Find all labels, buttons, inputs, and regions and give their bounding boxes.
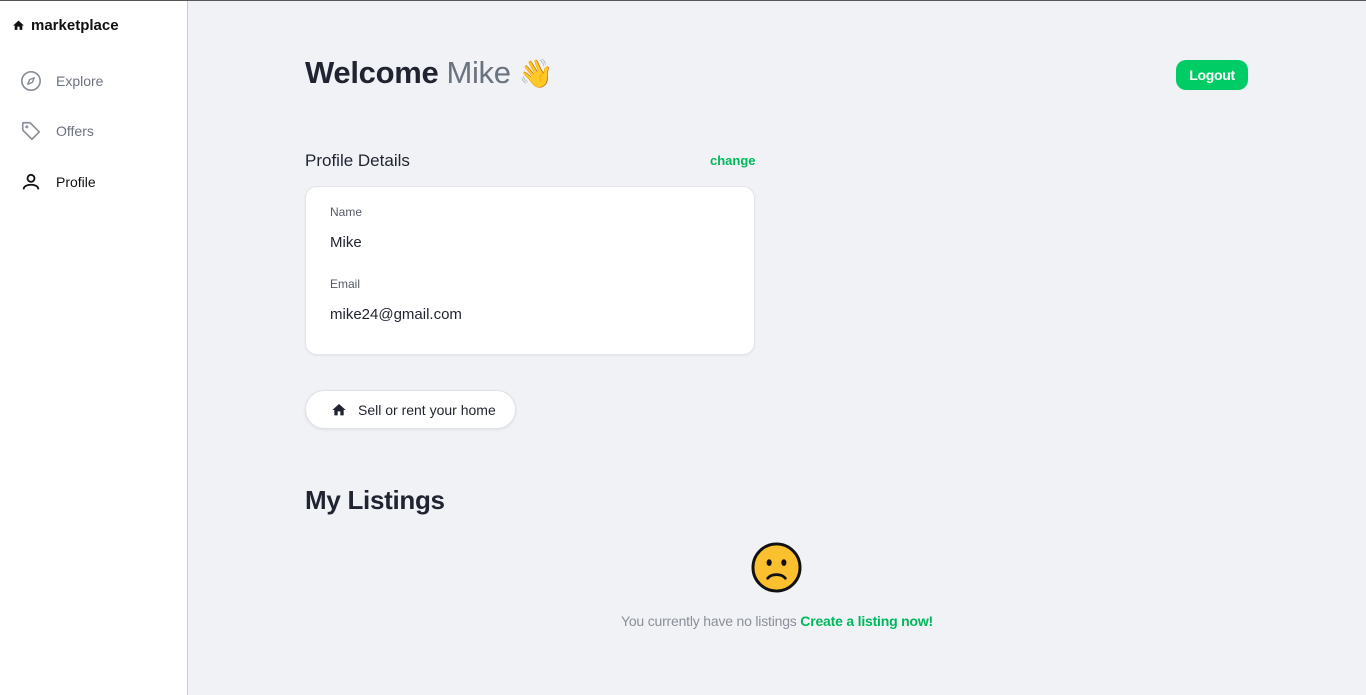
sidebar: marketplace Explore Offers Profile (0, 1, 188, 695)
compass-icon (20, 70, 42, 92)
change-profile-link[interactable]: change (710, 153, 756, 168)
sidebar-item-label: Explore (56, 73, 104, 89)
tag-icon (20, 120, 42, 142)
sidebar-item-label: Offers (56, 123, 94, 139)
my-listings-title: My Listings (305, 485, 445, 515)
brand-logo[interactable]: marketplace (12, 17, 119, 34)
empty-listings-message: You currently have no listings Create a … (0, 613, 1366, 629)
email-field: mike24@gmail.com (330, 306, 462, 323)
user-name: Mike (446, 55, 511, 90)
empty-listings-text: You currently have no listings (620, 613, 797, 629)
brand-name: marketplace (31, 17, 119, 34)
sell-button-label: Sell or rent your home (358, 401, 496, 418)
name-label: Name (330, 205, 363, 219)
profile-details-title: Profile Details (305, 151, 410, 170)
name-field: Mike (330, 234, 362, 251)
email-label: Email (330, 277, 361, 291)
sell-or-rent-button[interactable]: Sell or rent your home (305, 390, 516, 429)
sidebar-item-offers[interactable]: Offers (20, 120, 94, 142)
welcome-text: Welcome (305, 55, 439, 90)
home-icon (332, 403, 346, 415)
wave-icon: 👋 (518, 57, 554, 89)
sidebar-item-label: Profile (56, 174, 96, 190)
page-title: Welcome Mike 👋 (305, 55, 554, 91)
person-icon (20, 171, 42, 193)
logout-button[interactable]: Logout (1176, 60, 1248, 90)
profile-card: Name Mike Email mike24@gmail.com (305, 186, 755, 355)
sad-face-icon (751, 542, 802, 593)
create-listing-link[interactable]: Create a listing now! (800, 613, 933, 629)
home-icon (13, 20, 24, 30)
sidebar-item-profile[interactable]: Profile (20, 171, 96, 193)
window-top-border (0, 0, 1366, 1)
sidebar-item-explore[interactable]: Explore (20, 70, 103, 92)
